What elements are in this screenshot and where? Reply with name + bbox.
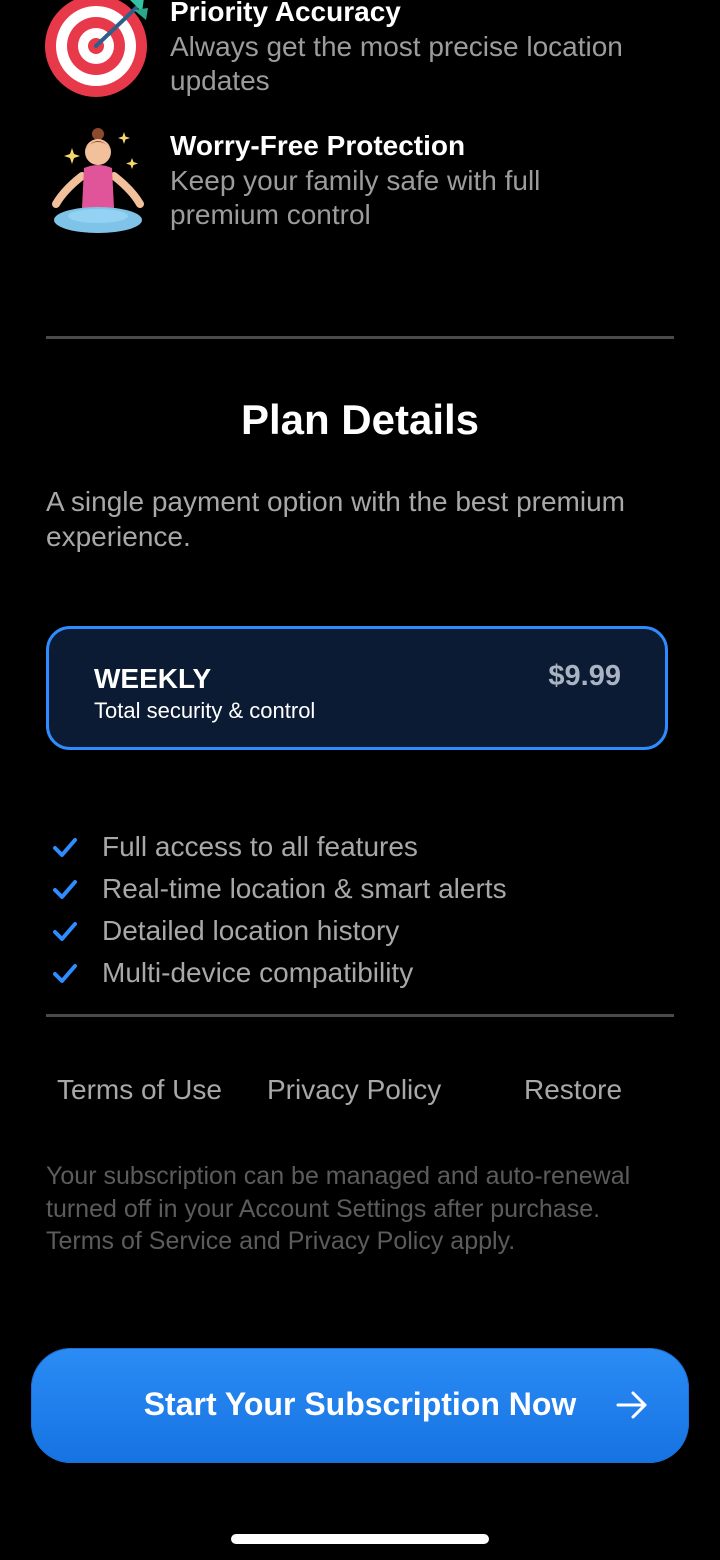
plan-tagline: Total security & control [94,698,316,723]
target-icon [44,0,152,102]
benefit-label: Full access to all features [102,831,418,862]
start-subscription-label: Start Your Subscription Now [143,1386,577,1422]
arrow-right-icon [616,1391,647,1419]
benefit-item: Detailed location history [52,911,652,951]
check-icon [53,880,77,899]
feature-title: Worry-Free Protection [170,130,466,161]
benefit-item: Full access to all features [52,827,652,867]
check-icon [53,964,77,983]
plan-details-heading: Plan Details [240,396,480,443]
section-divider [46,336,674,339]
legal-text: Your subscription can be managed and aut… [46,1162,631,1255]
feature-title: Priority Accuracy [170,0,401,27]
meditation-icon [44,128,152,236]
plan-option-weekly[interactable]: WEEKLY Total security & control $9.99 [46,626,668,750]
benefit-label: Multi-device compatibility [102,957,414,988]
home-indicator[interactable] [231,1534,489,1544]
section-divider [46,1014,674,1017]
plan-price: $9.99 [548,660,621,692]
plan-details-subtitle: A single payment option with the best pr… [46,486,625,552]
benefit-label: Detailed location history [102,915,400,946]
check-icon [53,922,77,941]
check-icon [53,838,77,857]
feature-description: Keep your family safe with full premium … [170,165,541,230]
terms-of-use-link[interactable]: Terms of Use [57,1070,222,1110]
privacy-policy-link[interactable]: Privacy Policy [267,1070,441,1110]
benefit-item: Multi-device compatibility [52,953,652,993]
start-subscription-button[interactable]: Start Your Subscription Now [31,1348,689,1463]
benefit-label: Real-time location & smart alerts [102,873,507,904]
plan-name: WEEKLY [94,663,212,694]
feature-description: Always get the most precise location upd… [170,31,623,96]
restore-link[interactable]: Restore [524,1070,622,1110]
benefit-item: Real-time location & smart alerts [52,869,652,909]
